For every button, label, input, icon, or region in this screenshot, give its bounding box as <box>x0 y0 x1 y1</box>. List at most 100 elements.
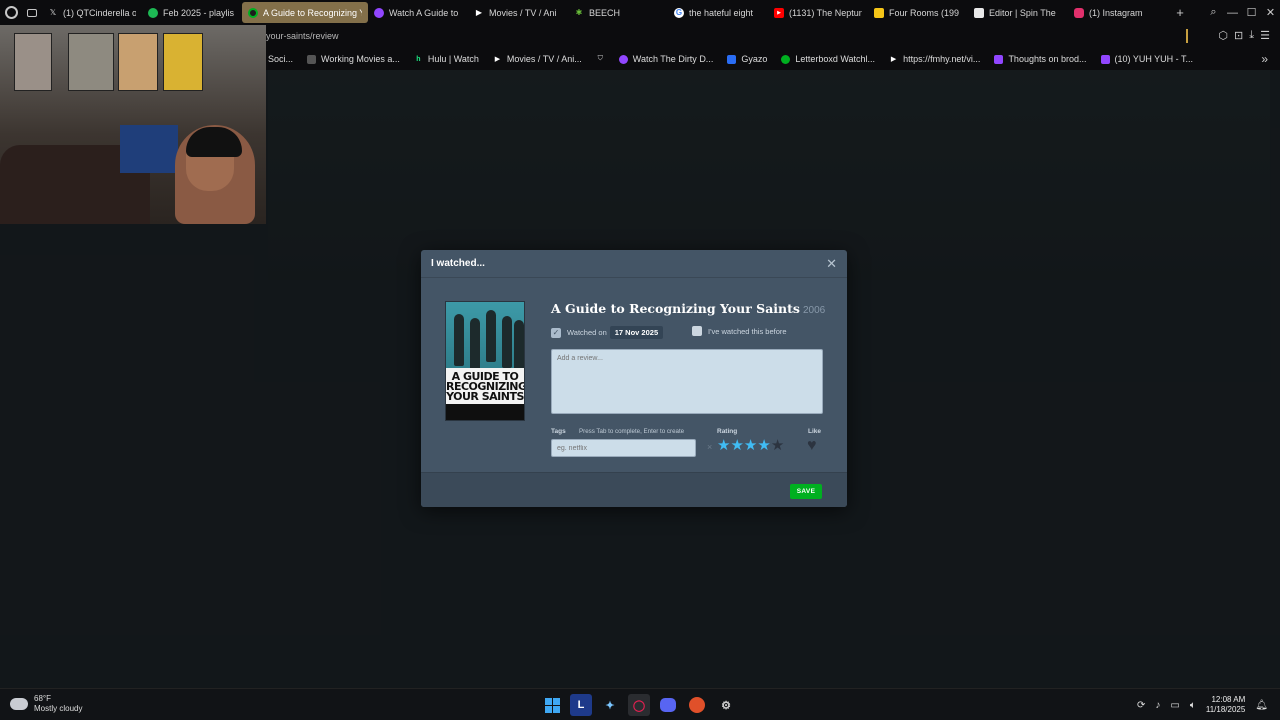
tab-spin-the-wheel[interactable]: Editor | Spin The <box>968 2 1068 23</box>
microphone-icon[interactable]: ♪ <box>1155 700 1160 711</box>
heart-icon[interactable]: ♥ <box>807 438 817 454</box>
bookmark-thoughts[interactable]: Thoughts on brod... <box>994 54 1087 64</box>
start-icon[interactable] <box>541 694 563 716</box>
bookmark-working-movies[interactable]: Working Movies a... <box>307 54 400 64</box>
google-icon: G <box>674 7 684 18</box>
watched-on-checkbox[interactable]: ✓ <box>551 327 561 338</box>
clock-time: 12:08 AM <box>1211 695 1246 704</box>
tab-qtcinderella[interactable]: 𝕏 (1) QTCinderella o <box>42 2 142 23</box>
watched-on-label: Watched on <box>567 328 607 337</box>
poster-figure <box>454 314 464 366</box>
poster-title-text: A GUIDE TO RECOGNIZING YOUR SAINTS <box>446 370 525 403</box>
watched-on-date[interactable]: 17 Nov 2025 <box>609 326 664 339</box>
play-icon: ▶ <box>494 56 501 63</box>
watched-on-row: ✓ Watched on 17 Nov 2025 <box>551 326 664 339</box>
bookmark-fmhy[interactable]: ▶ https://fmhy.net/vi... <box>889 54 981 64</box>
alien-icon: ✱ <box>575 8 583 17</box>
weather-condition: Mostly cloudy <box>34 704 83 713</box>
twitch-icon <box>1100 54 1110 64</box>
film-title: A Guide to Recognizing Your Saints 2006 <box>551 301 825 316</box>
steam-like-icon[interactable]: ⚙ <box>715 694 737 716</box>
star-icon[interactable]: ★ <box>771 438 784 454</box>
star-icon[interactable]: ★ <box>730 438 743 454</box>
clock-date: 11/18/2025 <box>1205 705 1246 714</box>
rewatch-label: I've watched this before <box>708 326 787 336</box>
save-button[interactable]: SAVE <box>790 484 822 499</box>
spotify-icon <box>148 7 158 18</box>
play-icon: ▶ <box>890 56 897 63</box>
copilot-icon[interactable]: ✦ <box>599 694 621 716</box>
bookmark-social[interactable]: Soci... <box>268 54 293 64</box>
tab-spotify-playlist[interactable]: Feb 2025 - playlis <box>142 2 242 23</box>
sync-icon[interactable]: ⟳ <box>1137 700 1145 711</box>
star-icon[interactable]: ★ <box>717 438 730 454</box>
bookmark-unnamed[interactable]: ⛉ <box>596 55 605 64</box>
rating-label: Rating <box>717 428 738 435</box>
poster-figure <box>502 316 512 368</box>
review-textarea[interactable] <box>551 349 823 414</box>
url-field[interactable]: g-your-saints/review <box>258 31 339 41</box>
opera-gx-icon[interactable]: ◯ <box>628 694 650 716</box>
tab-google-search[interactable]: Gthe hateful eight <box>668 2 768 23</box>
letterboxd-icon <box>248 7 258 18</box>
shield-icon: ⛉ <box>597 55 603 62</box>
bookmark-yuh-yuh[interactable]: (10) YUH YUH - T... <box>1100 54 1193 64</box>
easy-setup-icon[interactable]: ☰ <box>1260 29 1270 42</box>
close-icon[interactable]: ✕ <box>826 256 837 272</box>
obs-like-icon[interactable] <box>686 694 708 716</box>
tab-movies-tv[interactable]: ▶ Movies / TV / Ani <box>468 2 568 23</box>
poster-figure <box>470 318 480 370</box>
bookmark-dirty-dozen[interactable]: Watch The Dirty D... <box>618 54 713 64</box>
rating-stars[interactable]: ★ ★ ★ ★ ★ <box>717 438 784 454</box>
bookmark-letterboxd-watchlist[interactable]: Letterboxd Watchl... <box>781 54 875 64</box>
tab-imdb[interactable]: Four Rooms (199 <box>868 2 968 23</box>
gyazo-icon <box>727 54 737 64</box>
blue-cloth <box>120 125 178 173</box>
tags-hint: Press Tab to complete, Enter to create <box>579 428 685 435</box>
twitch-like-icon <box>374 7 384 18</box>
minimize-icon[interactable]: — <box>1223 7 1242 19</box>
clear-rating-icon[interactable]: × <box>707 442 712 452</box>
tab-watch-guide[interactable]: Watch A Guide to <box>368 2 468 23</box>
poster-figure <box>486 310 496 362</box>
editor-icon <box>974 7 984 18</box>
tags-label: Tags <box>551 428 566 435</box>
rewatch-checkbox[interactable] <box>692 326 702 336</box>
rewatch-row: I've watched this before <box>692 326 787 336</box>
bookmarks-overflow-icon[interactable]: » <box>1261 52 1268 66</box>
new-tab-button[interactable]: + <box>1168 5 1192 20</box>
taskbar-apps: L ✦ ◯ ⚙ <box>541 694 737 716</box>
film-title-text: A Guide to Recognizing Your Saints <box>551 301 800 316</box>
tags-input[interactable] <box>551 439 696 457</box>
download-icon[interactable]: ⤓ <box>1249 29 1254 42</box>
discord-icon[interactable] <box>657 694 679 716</box>
tab-beech[interactable]: ✱ BEECH <box>568 2 668 23</box>
cloud-icon <box>10 698 28 710</box>
tab-letterboxd-review[interactable]: A Guide to Recognizing Y <box>242 2 368 23</box>
bookmark-hulu[interactable]: h Hulu | Watch <box>414 54 479 64</box>
workspaces-icon[interactable] <box>22 8 42 17</box>
bookmark-icon <box>307 54 317 64</box>
maximize-icon[interactable]: ☐ <box>1242 6 1261 19</box>
star-icon[interactable]: ★ <box>744 438 757 454</box>
letterboxd-app-icon[interactable]: L <box>570 694 592 716</box>
clock[interactable]: 12:08 AM 11/18/2025 <box>1206 695 1245 715</box>
windows-taskbar: 68°F Mostly cloudy L ✦ ◯ ⚙ ⟳ ♪ ▭ 🔈︎ 12:0… <box>0 688 1280 720</box>
notification-icon[interactable]: 🔔︎ <box>1255 700 1268 711</box>
tab-instagram[interactable]: (1) Instagram <box>1068 2 1168 23</box>
star-icon[interactable]: ★ <box>757 438 770 454</box>
volume-icon[interactable]: 🔈︎ <box>1190 700 1196 711</box>
tab-youtube[interactable]: ▶ (1131) The Neptun <box>768 2 868 23</box>
bookmark-gyazo[interactable]: Gyazo <box>727 54 767 64</box>
opera-menu-icon[interactable] <box>0 6 22 19</box>
search-tabs-icon[interactable]: ⌕ <box>1204 6 1223 19</box>
bookmark-movies-tv[interactable]: ▶ Movies / TV / Ani... <box>493 54 582 64</box>
close-window-icon[interactable]: ✕ <box>1261 6 1280 19</box>
poster-figure <box>514 320 524 372</box>
weather-widget[interactable]: 68°F Mostly cloudy <box>10 694 82 714</box>
vpn-lock-icon[interactable]: ⊡ <box>1234 29 1243 42</box>
network-icon[interactable]: ▭ <box>1170 700 1179 711</box>
extensions-icon[interactable]: ⬡ <box>1218 29 1228 42</box>
twitch-like-icon <box>618 54 628 64</box>
youtube-icon: ▶ <box>774 7 784 18</box>
